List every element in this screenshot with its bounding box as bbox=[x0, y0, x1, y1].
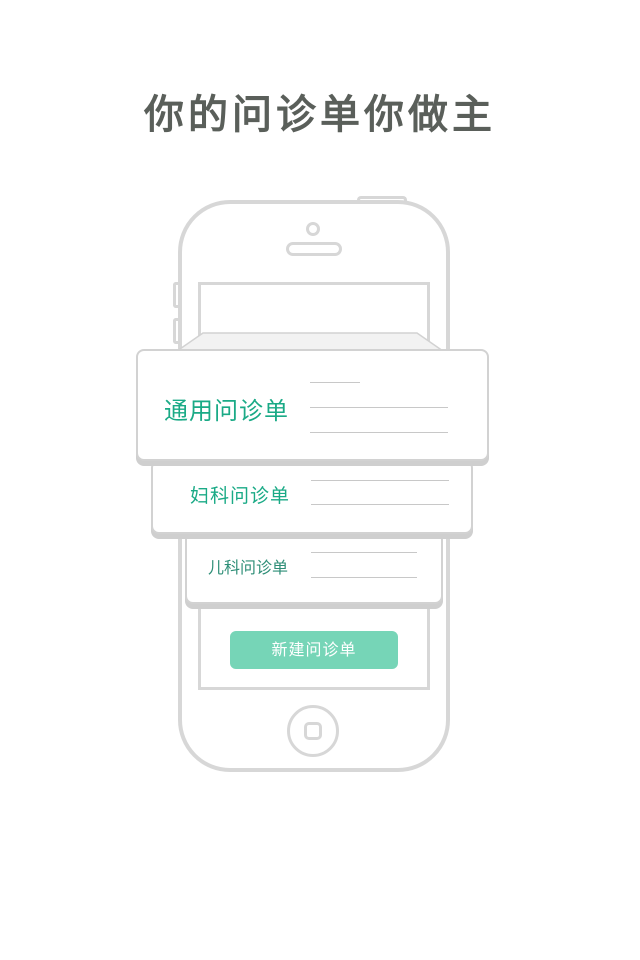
new-consultation-button[interactable]: 新建问诊单 bbox=[230, 631, 398, 669]
card-pediatrics-label: 儿科问诊单 bbox=[208, 558, 289, 577]
card-line bbox=[311, 504, 449, 505]
card-general-label: 通用问诊单 bbox=[164, 397, 289, 425]
phone-camera-icon bbox=[306, 222, 320, 236]
home-button-icon bbox=[287, 705, 339, 757]
card-line bbox=[310, 432, 448, 433]
card-line bbox=[310, 382, 360, 383]
card-gynecology-label: 妇科问诊单 bbox=[190, 485, 291, 507]
phone-speaker-icon bbox=[286, 242, 342, 256]
card-line bbox=[311, 480, 449, 481]
page-headline: 你的问诊单你做主 bbox=[144, 92, 496, 138]
card-gynecology[interactable]: 妇科问诊单 bbox=[151, 460, 473, 534]
card-general[interactable]: 通用问诊单 bbox=[136, 349, 489, 461]
card-line bbox=[310, 407, 448, 408]
card-line bbox=[311, 577, 417, 578]
onboarding-page: 你的问诊单你做主 新建问诊单 儿科问诊单 妇科问诊单 通用问诊单 bbox=[0, 0, 640, 960]
home-square-icon bbox=[304, 722, 322, 740]
card-line bbox=[311, 552, 417, 553]
card-pediatrics[interactable]: 儿科问诊单 bbox=[185, 532, 443, 604]
